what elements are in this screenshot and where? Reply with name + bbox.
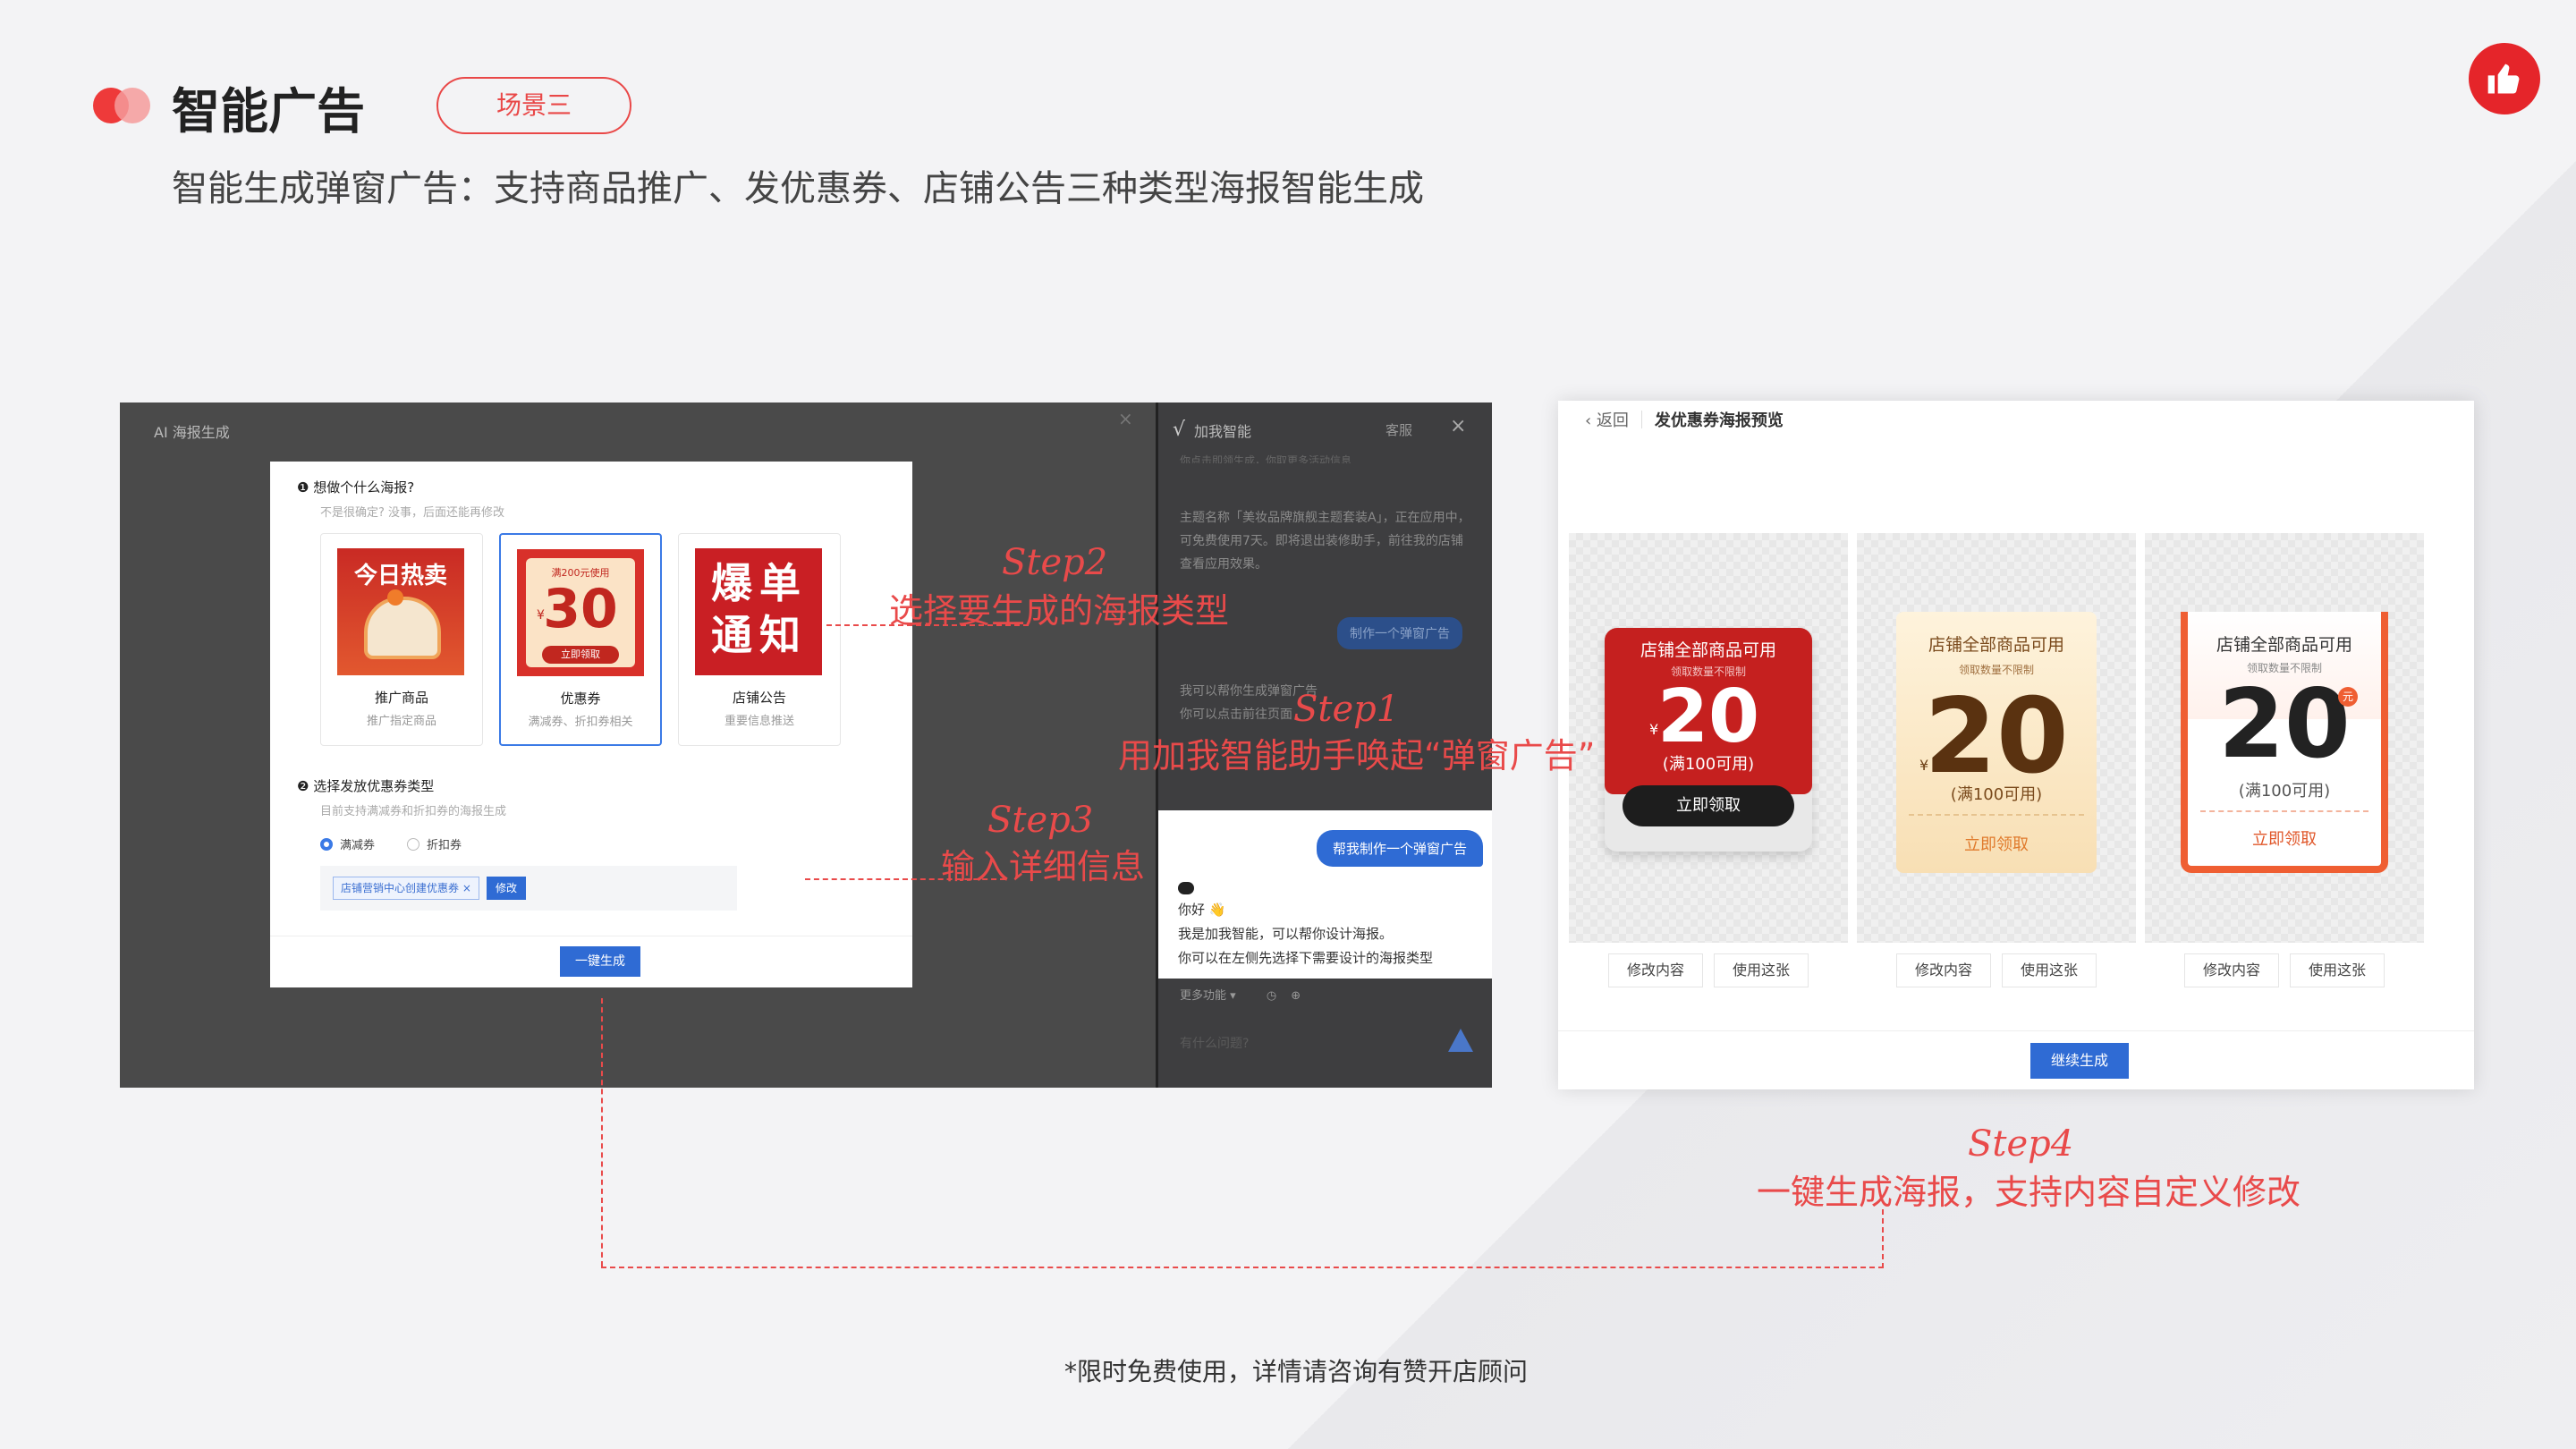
continue-generate-button[interactable]: 继续生成 bbox=[2030, 1043, 2129, 1079]
step-one-icon: ❶ bbox=[297, 479, 314, 496]
send-icon[interactable] bbox=[1448, 1029, 1473, 1052]
yuan-badge-icon: 元 bbox=[2338, 687, 2358, 707]
chat-active-section: 帮我制作一个弹窗广告 你好 👋 我是加我智能，可以帮你设计海报。 你可以在左侧先… bbox=[1158, 810, 1492, 979]
notice-poster-image: 爆单通知 bbox=[695, 548, 822, 675]
page-subtitle: 智能生成弹窗广告：支持商品推广、发优惠券、店铺公告三种类型海报智能生成 bbox=[172, 168, 1424, 209]
edit-coupon-button[interactable]: 修改 bbox=[487, 877, 527, 900]
card-desc: 满减券、折扣券相关 bbox=[528, 716, 633, 729]
card-name: 优惠券 bbox=[560, 691, 601, 707]
question-two-hint: 目前支持满减券和折扣券的海报生成 bbox=[320, 805, 507, 818]
scene-tag: 场景三 bbox=[436, 77, 631, 134]
red-coupon: 店铺全部商品可用 领取数量不限制 ¥ 20 (满100可用) 立即领取 bbox=[1605, 628, 1812, 852]
chevron-left-icon: ‹ bbox=[1585, 411, 1597, 430]
dialog-close-icon[interactable]: × bbox=[1118, 408, 1133, 429]
chat-dim-text-top: 你点击即领生成，你取更多活动信息 bbox=[1180, 454, 1352, 463]
poster-card-coupon[interactable]: 满200元使用 ¥ 30 立即领取 优惠券 满减券、折扣券相关 bbox=[499, 533, 662, 746]
coupon-poster-image: 满200元使用 ¥ 30 立即领取 bbox=[517, 549, 644, 676]
title-decoration bbox=[93, 88, 156, 123]
coupon-preview-2: 店铺全部商品可用 领取数量不限制 ¥ 20 (满100可用) 立即领取 bbox=[1857, 533, 2136, 943]
chip-close-icon[interactable]: × bbox=[462, 882, 471, 894]
poster-type-modal: ❶ 想做个什么海报? 不是很确定? 没事，后面还能再修改 今日热卖 推广商品 推… bbox=[270, 462, 912, 987]
edit-content-button[interactable]: 修改内容 bbox=[1896, 953, 1992, 987]
claim-button[interactable]: 立即领取 bbox=[1623, 785, 1794, 826]
coupon-preview-3: 店铺全部商品可用 领取数量不限制 20 元 (满100可用) 立即领取 bbox=[2145, 533, 2424, 943]
step-two-icon: ❷ bbox=[297, 778, 314, 794]
question-one-hint: 不是很确定? 没事，后面还能再修改 bbox=[320, 506, 505, 520]
chat-header: √ 加我智能 bbox=[1173, 419, 1252, 441]
radio-discount[interactable]: 折扣券 bbox=[407, 835, 462, 852]
chat-close-icon[interactable]: × bbox=[1450, 415, 1466, 437]
coupon-preview-screenshot: ‹ 返回 发优惠券海报预览 店铺全部商品可用 领取数量不限制 ¥ 20 (满10… bbox=[1558, 401, 2474, 1089]
coupon-type-radio-group: 满减券 折扣券 bbox=[320, 835, 462, 852]
step1-text: 用加我智能助手唤起“弹窗广告” bbox=[1118, 736, 1596, 775]
step3-label: Step3 bbox=[987, 800, 1094, 841]
step4-label: Step4 bbox=[1968, 1123, 2074, 1165]
step2-connector bbox=[826, 624, 1029, 626]
question-one: ❶ 想做个什么海报? bbox=[297, 479, 415, 496]
generate-button[interactable]: 一键生成 bbox=[560, 946, 640, 977]
edit-content-button[interactable]: 修改内容 bbox=[2184, 953, 2280, 987]
preview-header: ‹ 返回 发优惠券海报预览 bbox=[1585, 408, 1784, 431]
footnote: *限时免费使用，详情请咨询有赞开店顾问 bbox=[1064, 1357, 1529, 1386]
orange-coupon: 店铺全部商品可用 领取数量不限制 20 元 (满100可用) 立即领取 bbox=[2181, 612, 2388, 873]
claim-button[interactable]: 立即领取 bbox=[2188, 826, 2381, 850]
card-desc: 推广指定商品 bbox=[366, 715, 436, 728]
selected-coupon-chip[interactable]: 店铺营销中心创建优惠券 × bbox=[333, 877, 479, 900]
use-this-button[interactable]: 使用这张 bbox=[2002, 953, 2097, 987]
dialog-title: AI 海报生成 bbox=[154, 424, 230, 441]
back-button[interactable]: ‹ 返回 bbox=[1585, 408, 1629, 431]
chat-history-user-bubble: 制作一个弹窗广告 bbox=[1337, 617, 1462, 649]
assistant-logo-icon: √ bbox=[1173, 419, 1186, 441]
customer-service-link[interactable]: 客服 bbox=[1385, 420, 1412, 439]
product-poster-image: 今日热卖 bbox=[337, 548, 464, 675]
radio-empty-icon bbox=[407, 837, 420, 851]
bot-avatar-icon bbox=[1178, 882, 1194, 894]
user-message-bubble: 帮我制作一个弹窗广告 bbox=[1316, 830, 1483, 867]
preview-title: 发优惠券海报预览 bbox=[1654, 411, 1784, 430]
step4-text: 一键生成海报，支持内容自定义修改 bbox=[1757, 1173, 2301, 1212]
bot-message: 你好 👋 我是加我智能，可以帮你设计海报。 你可以在左侧先选择下需要设计的海报类… bbox=[1178, 902, 1434, 966]
question-two: ❷ 选择发放优惠券类型 bbox=[297, 778, 435, 794]
card-desc: 重要信息推送 bbox=[724, 715, 794, 728]
use-this-button[interactable]: 使用这张 bbox=[2290, 953, 2385, 987]
step4-connector-bottom bbox=[601, 1267, 1884, 1268]
poster-card-product[interactable]: 今日热卖 推广商品 推广指定商品 bbox=[320, 533, 483, 746]
chat-history-message: 主题名称「美妆品牌旗舰主题套装A」，正在应用中，可免费使用7天。即将退出装修助手… bbox=[1180, 511, 1470, 572]
thumbs-up-logo-icon bbox=[2469, 43, 2540, 114]
coupon-preview-1: 店铺全部商品可用 领取数量不限制 ¥ 20 (满100可用) 立即领取 bbox=[1569, 533, 1848, 943]
step3-connector bbox=[805, 878, 1005, 880]
history-icon[interactable]: ◷ bbox=[1267, 989, 1276, 1003]
page-title: 智能广告 bbox=[172, 83, 365, 140]
add-icon[interactable]: ⊕ bbox=[1291, 989, 1301, 1003]
radio-selected-icon bbox=[320, 837, 333, 851]
card-name: 推广商品 bbox=[374, 690, 428, 706]
more-functions-dropdown[interactable]: 更多功能 ▾ bbox=[1180, 989, 1236, 1003]
radio-full-reduction[interactable]: 满减券 bbox=[320, 835, 375, 852]
step2-label: Step2 bbox=[1002, 542, 1108, 583]
step4-connector-left bbox=[601, 998, 603, 1267]
edit-content-button[interactable]: 修改内容 bbox=[1608, 953, 1704, 987]
use-this-button[interactable]: 使用这张 bbox=[1714, 953, 1809, 987]
card-name: 店铺公告 bbox=[732, 690, 786, 706]
step4-connector-right bbox=[1882, 1209, 1884, 1268]
chat-toolbar: 更多功能 ▾ ◷ ⊕ bbox=[1180, 986, 1301, 1003]
chat-input[interactable]: 有什么问题? bbox=[1180, 1034, 1249, 1052]
coupon-picker: 店铺营销中心创建优惠券 × 修改 bbox=[320, 866, 737, 911]
gold-coupon: 店铺全部商品可用 领取数量不限制 ¥ 20 (满100可用) 立即领取 bbox=[1896, 612, 2097, 873]
step1-label: Step1 bbox=[1293, 689, 1400, 730]
step3-text: 输入详细信息 bbox=[941, 847, 1146, 886]
claim-button[interactable]: 立即领取 bbox=[1896, 832, 2097, 855]
poster-card-notice[interactable]: 爆单通知 店铺公告 重要信息推送 bbox=[678, 533, 841, 746]
